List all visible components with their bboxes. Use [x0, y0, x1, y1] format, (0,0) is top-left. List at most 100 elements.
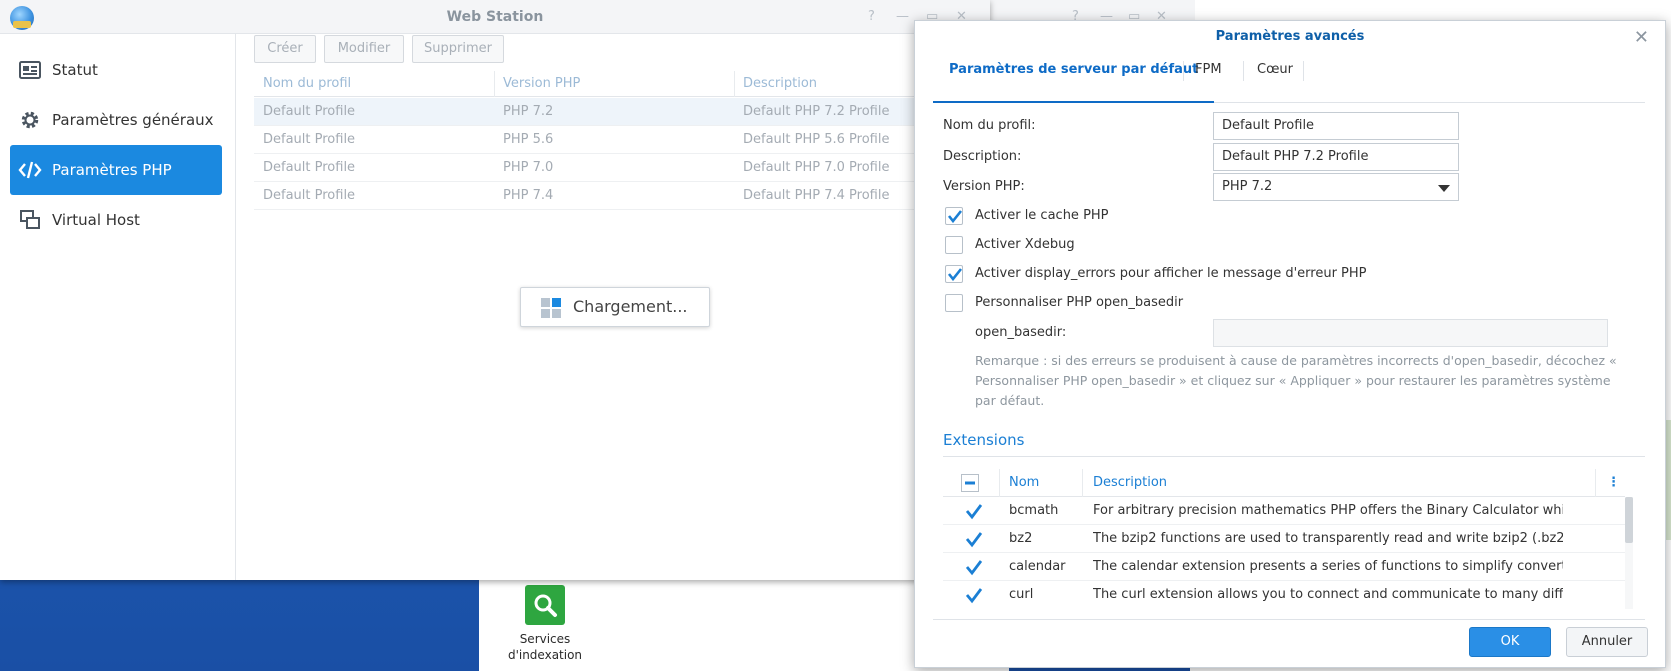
xdebug-checkbox[interactable] — [945, 236, 963, 254]
extension-checkbox[interactable] — [965, 530, 983, 548]
column-divider — [734, 71, 735, 97]
sidebar: Statut Paramètres généraux Paramètres PH… — [0, 34, 236, 580]
open-basedir-label: open_basedir: — [975, 325, 1067, 340]
table-row[interactable]: calendar The calendar extension presents… — [943, 553, 1625, 581]
tab-default-server-settings[interactable]: Paramètres de serveur par défaut — [933, 53, 1215, 103]
extension-checkbox[interactable] — [965, 586, 983, 604]
sidebar-item-virtual-host[interactable]: Virtual Host — [10, 195, 222, 245]
cell-description: Default PHP 5.6 Profile — [743, 132, 890, 147]
virtual-host-icon — [18, 208, 42, 232]
chevron-down-icon — [1438, 185, 1450, 192]
sidebar-item-php-settings[interactable]: Paramètres PHP — [10, 145, 222, 195]
loading-spinner-icon — [541, 298, 561, 318]
profile-grid-header: Nom du profil Version PHP Description — [254, 71, 990, 97]
php-cache-label: Activer le cache PHP — [975, 208, 1109, 223]
php-cache-checkbox[interactable] — [945, 207, 963, 225]
open-basedir-note: Remarque : si des erreurs se produisent … — [975, 353, 1617, 408]
php-version-select[interactable]: PHP 7.2 — [1213, 173, 1459, 201]
sidebar-item-label: Paramètres PHP — [52, 161, 172, 179]
checkmark-icon — [947, 210, 963, 224]
tab-fpm[interactable]: FPM — [1195, 53, 1222, 103]
advanced-settings-dialog: Paramètres avancés ✕ Paramètres de serve… — [914, 20, 1666, 668]
column-divider — [1082, 469, 1083, 497]
cell-php-version: PHP 7.0 — [503, 160, 554, 175]
extension-description: For arbitrary precision mathematics PHP … — [1093, 503, 1563, 518]
xdebug-label: Activer Xdebug — [975, 237, 1075, 252]
desktop-icon-label-line1: Services — [519, 632, 571, 646]
webstation-window: Web Station ? — ▭ ✕ Statut Paramètres gé… — [0, 0, 990, 580]
desktop-icon-label-line2: d'indexation — [507, 648, 583, 662]
cell-description: Default PHP 7.2 Profile — [743, 104, 890, 119]
column-header-profile-name[interactable]: Nom du profil — [263, 76, 351, 91]
php-version-value: PHP 7.2 — [1222, 179, 1273, 194]
column-divider — [1595, 469, 1596, 497]
delete-button[interactable]: Supprimer — [412, 35, 504, 63]
open-basedir-checkbox[interactable] — [945, 294, 963, 312]
table-row[interactable]: curl The curl extension allows you to co… — [943, 581, 1625, 609]
tab-divider — [1303, 61, 1304, 81]
sidebar-item-label: Paramètres généraux — [52, 111, 214, 129]
description-field[interactable]: Default PHP 7.2 Profile — [1213, 143, 1459, 171]
modify-button[interactable]: Modifier — [324, 35, 404, 63]
table-row[interactable]: Default Profile PHP 5.6 Default PHP 5.6 … — [254, 126, 990, 154]
cell-description: Default PHP 7.4 Profile — [743, 188, 890, 203]
extensions-scrollbar-thumb[interactable] — [1625, 497, 1633, 543]
column-divider — [999, 469, 1000, 497]
extension-checkbox[interactable] — [965, 502, 983, 520]
extension-description: The calendar extension presents a series… — [1093, 559, 1563, 574]
profile-name-label: Nom du profil: — [943, 118, 1036, 133]
extension-description: The curl extension allows you to connect… — [1093, 587, 1563, 602]
profile-name-field[interactable]: Default Profile — [1213, 112, 1459, 140]
loading-indicator: Chargement... — [520, 287, 710, 327]
cell-profile-name: Default Profile — [263, 132, 356, 147]
extensions-heading: Extensions — [943, 431, 1025, 449]
code-icon — [18, 158, 42, 182]
sidebar-item-status[interactable]: Statut — [10, 45, 222, 95]
loading-text: Chargement... — [573, 297, 688, 316]
table-row[interactable]: Default Profile PHP 7.0 Default PHP 7.0 … — [254, 154, 990, 182]
column-menu-icon[interactable]: ⋮ — [1607, 475, 1620, 490]
description-label: Description: — [943, 149, 1022, 164]
select-all-checkbox[interactable] — [961, 474, 979, 492]
open-basedir-checkbox-label: Personnaliser PHP open_basedir — [975, 295, 1184, 310]
table-row[interactable]: bcmath For arbitrary precision mathemati… — [943, 497, 1625, 525]
sidebar-item-general-settings[interactable]: Paramètres généraux — [10, 95, 222, 145]
extensions-grid-header: Nom Description ⋮ — [943, 469, 1625, 497]
cell-php-version: PHP 5.6 — [503, 132, 554, 147]
extension-name: bz2 — [1009, 531, 1033, 546]
cell-profile-name: Default Profile — [263, 104, 356, 119]
status-card-icon — [18, 58, 42, 82]
desktop-icon-indexing-services[interactable]: Services d'indexation — [505, 585, 585, 663]
extension-name: bcmath — [1009, 503, 1059, 518]
column-header-name[interactable]: Nom — [1009, 475, 1039, 490]
help-icon[interactable]: ? — [868, 9, 875, 24]
column-header-description[interactable]: Description — [743, 76, 817, 91]
cell-description: Default PHP 7.0 Profile — [743, 160, 890, 175]
cell-profile-name: Default Profile — [263, 160, 356, 175]
open-basedir-field[interactable] — [1213, 319, 1608, 347]
webstation-titlebar: Web Station ? — ▭ ✕ — [0, 0, 990, 34]
dialog-tabs: Paramètres de serveur par défaut FPM Cœu… — [933, 53, 1645, 103]
dialog-title: Paramètres avancés — [1215, 29, 1365, 44]
ok-button[interactable]: OK — [1469, 627, 1551, 657]
create-button[interactable]: Créer — [254, 35, 316, 63]
table-row[interactable]: bz2 The bzip2 functions are used to tran… — [943, 525, 1625, 553]
close-icon[interactable]: ✕ — [1634, 27, 1649, 48]
column-header-description[interactable]: Description — [1093, 475, 1167, 490]
table-row[interactable]: Default Profile PHP 7.4 Default PHP 7.4 … — [254, 182, 990, 210]
minimize-icon[interactable]: — — [896, 9, 909, 24]
cell-profile-name: Default Profile — [263, 188, 356, 203]
sidebar-item-label: Statut — [52, 61, 98, 79]
extension-checkbox[interactable] — [965, 558, 983, 576]
window-title: Web Station — [446, 9, 544, 25]
display-errors-checkbox[interactable] — [945, 265, 963, 283]
cancel-button[interactable]: Annuler — [1566, 627, 1648, 657]
gear-icon — [18, 108, 42, 132]
column-header-php-version[interactable]: Version PHP — [503, 76, 580, 91]
cell-php-version: PHP 7.2 — [503, 104, 554, 119]
tab-core[interactable]: Cœur — [1257, 53, 1293, 103]
extension-description: The bzip2 functions are used to transpar… — [1093, 531, 1563, 546]
extension-name: curl — [1009, 587, 1034, 602]
extension-name: calendar — [1009, 559, 1066, 574]
table-row[interactable]: Default Profile PHP 7.2 Default PHP 7.2 … — [254, 98, 990, 126]
